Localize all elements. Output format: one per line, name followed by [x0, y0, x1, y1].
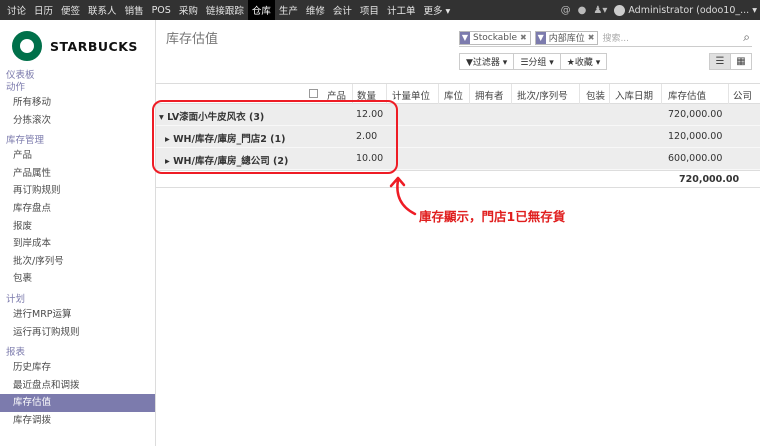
menu-pos[interactable]: POS [148, 0, 175, 20]
at-icon[interactable]: @ [561, 5, 571, 16]
app-menu: 讨论 日历 便签 联系人 销售 POS 采购 链接跟踪 仓库 生产 维修 会计 … [0, 0, 454, 20]
col-company[interactable]: 公司 [733, 88, 752, 102]
search-facet-stockable[interactable]: ▼ Stockable ✖ [459, 30, 531, 45]
avatar [614, 4, 626, 16]
sidebar-section-planning: 计划 [6, 293, 26, 305]
sidebar-section-inventory-control: 库存管理 [6, 135, 45, 147]
select-all-checkbox[interactable] [309, 89, 318, 98]
sidebar-item-stock-history[interactable]: 历史库存 [0, 359, 155, 377]
group-by-button[interactable]: ☰分组 ▾ [513, 53, 561, 70]
menu-project[interactable]: 项目 [356, 0, 383, 20]
sidebar-item-products[interactable]: 产品 [0, 147, 155, 165]
total-valuation: 720,000.00 [679, 174, 740, 185]
page-title: 库存估值 [166, 32, 219, 47]
search-input[interactable]: 搜索... [602, 31, 629, 44]
sidebar: STARBUCKS 仪表板 动作 所有移动 分拣滚次 库存管理 产品 产品属性 … [0, 20, 156, 446]
remove-facet-icon[interactable]: ✖ [588, 33, 598, 42]
sidebar-item-lots-serials[interactable]: 批次/序列号 [0, 253, 155, 271]
user-name: Administrator (odoo10_... [628, 4, 750, 16]
search-options: ▼过滤器 ▾ ☰分组 ▾ ★收藏 ▾ [459, 53, 608, 70]
filter-icon: ▼ [460, 31, 470, 44]
sidebar-item-recent-moves[interactable]: 最近盘点和调拨 [0, 377, 155, 395]
filters-button[interactable]: ▼过滤器 ▾ [459, 53, 515, 70]
facet-label: 内部库位 [548, 34, 585, 44]
favorites-button[interactable]: ★收藏 ▾ [559, 53, 608, 70]
systray: @ ● ♟▾ Administrator (odoo10_... ▾ [561, 0, 757, 20]
control-panel: 库存估值 ▼ Stockable ✖ ▼ 内部库位 ✖ 搜索... ⌕ ▼过滤器… [156, 20, 760, 84]
menu-maintenance[interactable]: 维修 [302, 0, 329, 20]
search-icon[interactable]: ⌕ [743, 30, 750, 45]
view-switcher: ☰ ▦ [709, 53, 752, 70]
menu-link-tracker[interactable]: 链接跟踪 [202, 0, 248, 20]
group-valuation: 600,000.00 [668, 153, 723, 164]
user-menu[interactable]: Administrator (odoo10_... ▾ [614, 4, 757, 16]
starbucks-logo-icon [12, 31, 42, 61]
col-package[interactable]: 包装 [586, 88, 605, 102]
list-view-icon[interactable]: ☰ [709, 53, 731, 70]
group-valuation: 120,000.00 [668, 131, 723, 142]
annotation-note: 庫存顯示，門店1已無存貨 [419, 209, 566, 224]
menu-calendar[interactable]: 日历 [30, 0, 57, 20]
menu-inventory[interactable]: 仓库 [247, 0, 275, 20]
bell-icon[interactable]: ♟▾ [593, 5, 607, 16]
col-uom[interactable]: 计量单位 [392, 88, 430, 102]
main-content: 库存估值 ▼ Stockable ✖ ▼ 内部库位 ✖ 搜索... ⌕ ▼过滤器… [156, 20, 760, 446]
filter-icon: ▼ [535, 31, 546, 44]
menu-accounting[interactable]: 会计 [329, 0, 356, 20]
sidebar-item-product-attributes[interactable]: 产品属性 [0, 165, 155, 183]
remove-facet-icon[interactable]: ✖ [520, 33, 530, 42]
brand-name: STARBUCKS [50, 38, 138, 54]
sidebar-item-scrap[interactable]: 报废 [0, 218, 155, 236]
col-owner[interactable]: 拥有者 [475, 88, 504, 102]
menu-timesheet[interactable]: 计工单 [383, 0, 420, 20]
menu-purchase[interactable]: 采购 [175, 0, 202, 20]
col-valuation[interactable]: 库存估值 [668, 88, 706, 102]
sidebar-item-inventory-valuation[interactable]: 库存估值 [0, 394, 155, 412]
sidebar-item-run-reordering[interactable]: 运行再订购规则 [0, 324, 155, 342]
col-location[interactable]: 库位 [444, 88, 463, 102]
company-logo: STARBUCKS [12, 28, 152, 64]
menu-more[interactable]: 更多 ▾ [419, 0, 454, 20]
menu-manufacturing[interactable]: 生产 [275, 0, 302, 20]
sidebar-section-actions: 动作 [6, 82, 26, 93]
sidebar-item-picking-waves[interactable]: 分拣滚次 [0, 112, 155, 130]
sidebar-item-packages[interactable]: 包裹 [0, 270, 155, 288]
col-in-date[interactable]: 入库日期 [615, 88, 653, 102]
facet-label: Stockable [473, 32, 518, 43]
sidebar-item-stock-moves[interactable]: 库存调拨 [0, 412, 155, 430]
menu-sales[interactable]: 销售 [121, 0, 148, 20]
search-bar[interactable]: ▼ Stockable ✖ ▼ 内部库位 ✖ 搜索... ⌕ [459, 29, 752, 47]
chat-icon[interactable]: ● [578, 5, 587, 16]
col-lot-serial[interactable]: 批次/序列号 [517, 88, 568, 102]
sidebar-section-dashboard[interactable]: 仪表板 [0, 70, 155, 82]
sidebar-section-reports: 报表 [6, 347, 26, 359]
sidebar-item-inventory-adjustments[interactable]: 库存盘点 [0, 200, 155, 218]
annotation-highlight-box [152, 100, 398, 174]
sidebar-item-landed-costs[interactable]: 到岸成本 [0, 235, 155, 253]
group-valuation: 720,000.00 [668, 109, 723, 120]
sidebar-item-run-mrp[interactable]: 进行MRP运算 [0, 306, 155, 324]
search-facet-internal-location[interactable]: ▼ 内部库位 ✖ [534, 30, 599, 45]
sidebar-item-all-moves[interactable]: 所有移动 [0, 94, 155, 112]
sidebar-item-reordering-rules[interactable]: 再订购规则 [0, 182, 155, 200]
menu-notes[interactable]: 便签 [57, 0, 84, 20]
sidebar-menu: 仪表板 动作 所有移动 分拣滚次 库存管理 产品 产品属性 再订购规则 库存盘点… [0, 70, 155, 430]
top-navbar: 讨论 日历 便签 联系人 销售 POS 采购 链接跟踪 仓库 生产 维修 会计 … [0, 0, 760, 20]
menu-discuss[interactable]: 讨论 [3, 0, 30, 20]
pivot-view-icon[interactable]: ▦ [730, 53, 752, 70]
menu-contacts[interactable]: 联系人 [84, 0, 121, 20]
